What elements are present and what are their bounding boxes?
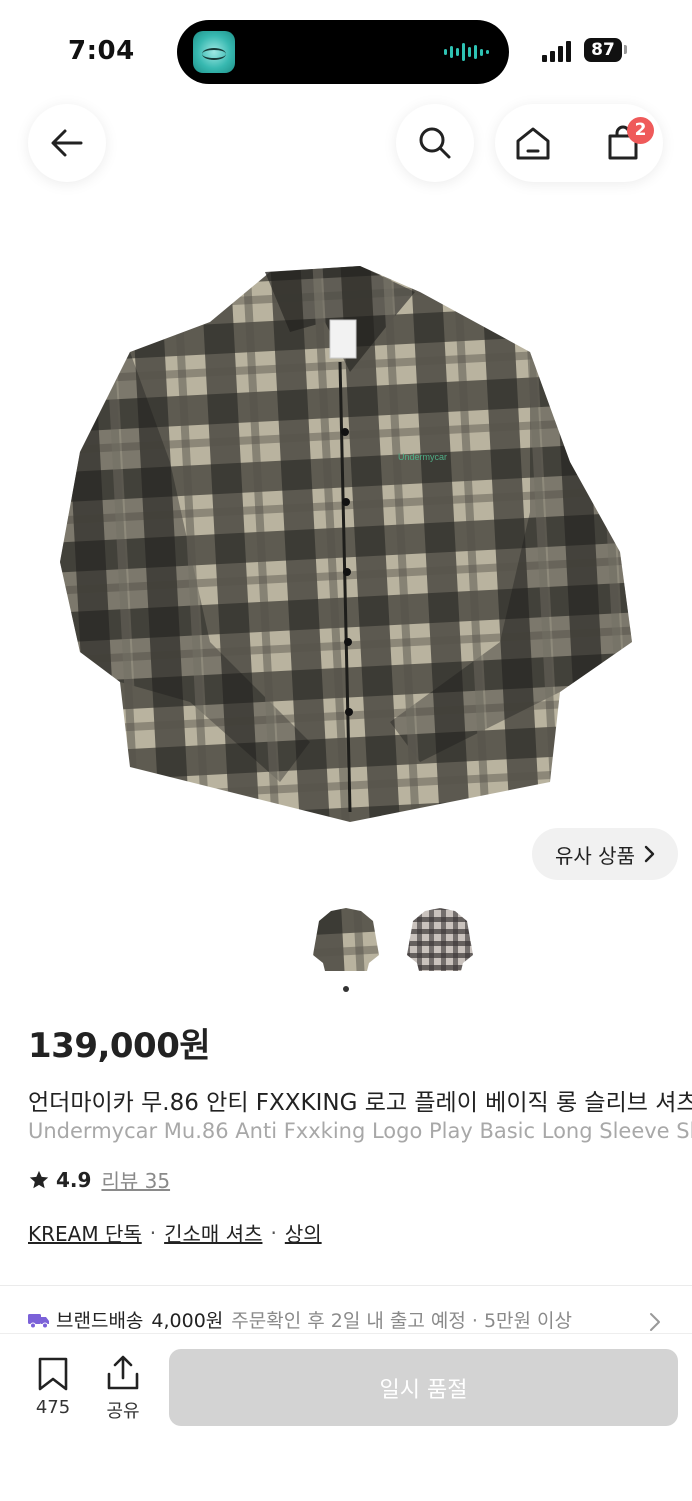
product-price: 139,000원 [28, 1026, 211, 1066]
shipping-description: 주문확인 후 2일 내 출고 예정 · 5만원 이상 [231, 1310, 573, 1332]
shipping-fee: 4,000원 [151, 1310, 224, 1332]
battery-tip [624, 45, 627, 54]
tag-separator: · [270, 1220, 277, 1245]
similar-products-button[interactable]: 유사 상품 [532, 828, 678, 880]
thumbnail-back[interactable] [404, 904, 476, 976]
dynamic-island[interactable] [177, 20, 509, 84]
reviews-link[interactable]: 리뷰 35 [101, 1165, 170, 1194]
category-tags: KREAM 단독 · 긴소매 셔츠 · 상의 [28, 1218, 322, 1247]
similar-products-label: 유사 상품 [555, 843, 635, 868]
bookmark-count: 475 [35, 1397, 71, 1418]
product-title-english: Undermycar Mu.86 Anti Fxxking Logo Play … [28, 1119, 692, 1143]
star-icon [29, 1170, 49, 1188]
shipping-info-row[interactable]: 브랜드배송 4,000원 주문확인 후 2일 내 출고 예정 · 5만원 이상 [28, 1306, 688, 1333]
chevron-right-icon [644, 845, 655, 863]
bookmark-icon [38, 1357, 68, 1391]
audio-wave-icon [444, 42, 489, 62]
tag-separator: · [149, 1220, 157, 1245]
cellular-signal-icon [542, 40, 571, 62]
chevron-right-icon [650, 1313, 660, 1331]
share-label: 공유 [106, 1401, 140, 1422]
tag-tops[interactable]: 상의 [285, 1218, 322, 1247]
home-button[interactable] [514, 124, 552, 166]
home-icon [516, 127, 550, 160]
image-thumbnails [310, 904, 476, 976]
rating-row: 4.9 리뷰 35 [28, 1165, 170, 1194]
carousel-indicator-dot [343, 986, 349, 992]
tag-kream-exclusive[interactable]: KREAM 단독 [28, 1218, 142, 1247]
search-icon [419, 127, 451, 159]
product-image[interactable]: Undermycar [60, 262, 632, 826]
bookmark-button[interactable] [36, 1356, 70, 1396]
thumbnail-front[interactable] [310, 904, 382, 976]
svg-text:Undermycar: Undermycar [398, 452, 447, 462]
now-playing-app-icon [193, 31, 235, 73]
product-title-korean: 언더마이카 무.86 안티 FXXKING 로고 플레이 베이직 롱 슬리브 셔… [28, 1090, 692, 1116]
section-divider [0, 1285, 692, 1286]
truck-icon [28, 1313, 49, 1328]
sold-out-label: 일시 품절 [379, 1377, 468, 1403]
shipping-type: 브랜드배송 [56, 1310, 144, 1332]
arrow-left-icon [51, 129, 83, 157]
rating-score: 4.9 [56, 1167, 92, 1192]
share-button[interactable] [104, 1354, 142, 1396]
tag-long-sleeve-shirt[interactable]: 긴소매 셔츠 [164, 1218, 262, 1247]
battery-indicator: 87 [584, 38, 622, 62]
status-time: 7:04 [68, 36, 135, 66]
back-button[interactable] [28, 104, 106, 182]
share-icon [107, 1355, 139, 1390]
search-button[interactable] [396, 104, 474, 182]
sold-out-button[interactable]: 일시 품절 [169, 1349, 678, 1426]
cart-count-badge: 2 [627, 117, 654, 144]
